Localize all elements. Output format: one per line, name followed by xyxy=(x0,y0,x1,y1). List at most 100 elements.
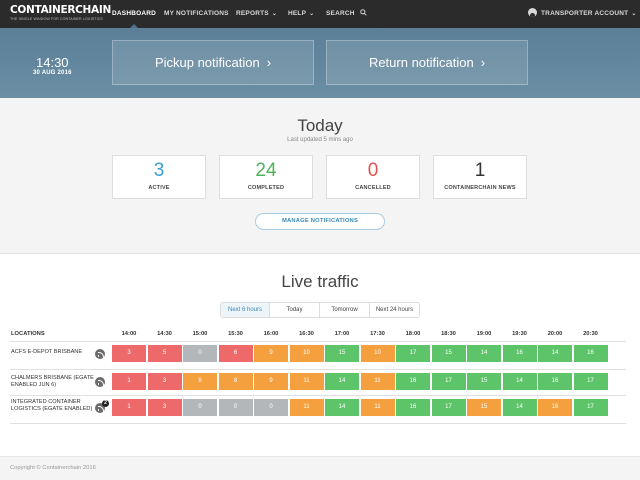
traffic-cell[interactable]: 14 xyxy=(467,345,501,362)
traffic-cell[interactable]: 17 xyxy=(396,345,430,362)
traffic-cell[interactable]: 17 xyxy=(431,399,466,416)
account-menu[interactable]: TRANSPORTER ACCOUNT ⌄ xyxy=(528,0,637,28)
traffic-cell[interactable]: 15 xyxy=(431,345,466,362)
traffic-cell[interactable]: 14 xyxy=(502,399,537,416)
stat-card-cancelled[interactable]: 0 CANCELLED xyxy=(326,155,420,199)
current-date: 30 AUG 2016 xyxy=(33,70,72,76)
user-icon xyxy=(528,8,537,17)
traffic-cell[interactable]: 14 xyxy=(325,373,359,390)
location-name: ACFS E-DEPOT BRISBANE xyxy=(11,349,83,355)
nav-item-label: REPORTS xyxy=(236,10,269,17)
footer: Copyright © Containerchain 2016 xyxy=(0,456,640,480)
location-name: INTEGRATED CONTAINER LOGISTICS (EGATE EN… xyxy=(11,399,93,412)
traffic-cell[interactable]: 15 xyxy=(325,345,359,362)
hero-banner: 14:30 30 AUG 2016 Pickup notification › R… xyxy=(0,28,640,98)
traffic-cell[interactable]: 5 xyxy=(147,345,182,362)
time-column-header: 20:00 xyxy=(547,331,563,337)
return-notification-button[interactable]: Return notification › xyxy=(326,40,528,85)
traffic-cell[interactable]: 1 xyxy=(112,373,146,390)
nav-item-label: SEARCH xyxy=(326,10,355,17)
time-column-header: 16:00 xyxy=(263,331,279,337)
time-column-header: 15:00 xyxy=(192,331,208,337)
traffic-cell[interactable]: 8 xyxy=(183,373,217,390)
traffic-cell[interactable]: 1 xyxy=(112,399,146,416)
nav-item-search[interactable]: SEARCH xyxy=(326,0,367,28)
manage-notifications-button[interactable]: MANAGE NOTIFICATIONS xyxy=(255,213,385,230)
stat-card-news[interactable]: 1 CONTAINERCHAIN NEWS xyxy=(433,155,527,199)
stat-value: 24 xyxy=(255,160,277,181)
traffic-cell[interactable]: 16 xyxy=(396,399,430,416)
tab-next-24-hours[interactable]: Next 24 hours xyxy=(370,303,419,317)
traffic-cell[interactable]: 11 xyxy=(360,399,395,416)
row-divider xyxy=(10,369,626,370)
traffic-cell[interactable]: 16 xyxy=(502,345,537,362)
return-notification-label: Return notification xyxy=(368,55,474,70)
traffic-cell[interactable]: 17 xyxy=(573,373,608,390)
last-updated-text: Last updated 5 mins ago xyxy=(287,137,353,143)
nav-item-dashboard[interactable]: DASHBOARD xyxy=(112,0,156,28)
traffic-cell[interactable]: 14 xyxy=(325,399,359,416)
time-column-header: 15:30 xyxy=(228,331,243,337)
chevron-down-icon: ⌄ xyxy=(309,11,315,17)
traffic-cell[interactable]: 14 xyxy=(502,373,537,390)
traffic-cell[interactable]: 16 xyxy=(396,373,430,390)
traffic-cell[interactable]: 3 xyxy=(147,373,182,390)
nav-item-reports[interactable]: REPORTS ⌄ xyxy=(236,0,277,28)
today-title: Today xyxy=(297,116,343,135)
stat-label: CANCELLED xyxy=(355,185,391,191)
nav-item-help[interactable]: HELP ⌄ xyxy=(288,0,314,28)
traffic-cell[interactable]: 11 xyxy=(289,399,324,416)
time-column-header: 14:00 xyxy=(121,331,137,337)
traffic-cell[interactable]: 16 xyxy=(538,399,572,416)
traffic-cell[interactable]: 11 xyxy=(289,373,324,390)
brand-logo[interactable]: CONTAINERCHAIN THE SINGLE WINDOW FOR CON… xyxy=(10,4,111,24)
traffic-cell[interactable]: 17 xyxy=(573,399,608,416)
traffic-cell[interactable]: 9 xyxy=(254,345,288,362)
time-column-header: 20:30 xyxy=(583,331,598,337)
traffic-cell[interactable]: 11 xyxy=(360,373,395,390)
tab-next-6-hours[interactable]: Next 6 hours xyxy=(221,303,270,317)
copyright-text: Copyright © Containerchain 2016 xyxy=(10,465,96,471)
chevron-right-icon: › xyxy=(480,55,486,70)
pickup-notification-button[interactable]: Pickup notification › xyxy=(112,40,314,85)
stat-value: 1 xyxy=(474,160,486,181)
traffic-cell[interactable]: 6 xyxy=(218,345,253,362)
account-label: TRANSPORTER ACCOUNT xyxy=(541,10,629,17)
nav-item-label: DASHBOARD xyxy=(112,10,157,17)
time-range-tabs: Next 6 hours Today Tomorrow Next 24 hour… xyxy=(220,302,420,318)
traffic-cell[interactable]: 0 xyxy=(218,399,253,416)
traffic-cell[interactable]: 10 xyxy=(289,345,324,362)
rss-feed-icon[interactable] xyxy=(95,377,105,387)
tab-tomorrow[interactable]: Tomorrow xyxy=(320,303,370,317)
stat-card-completed[interactable]: 24 COMPLETED xyxy=(219,155,313,199)
time-column-header: 19:30 xyxy=(512,331,527,337)
traffic-cell[interactable]: 0 xyxy=(183,345,217,362)
nav-item-label: HELP xyxy=(288,10,307,17)
nav-item-my-notifications[interactable]: MY NOTIFICATIONS xyxy=(164,0,229,28)
live-traffic-title: Live traffic xyxy=(281,272,359,291)
traffic-cell[interactable]: 15 xyxy=(467,399,501,416)
tab-today[interactable]: Today xyxy=(270,303,320,317)
traffic-cell[interactable]: 14 xyxy=(538,345,572,362)
rss-count-badge: 2 xyxy=(102,400,109,407)
traffic-cell[interactable]: 3 xyxy=(147,399,182,416)
stat-label: CONTAINERCHAIN NEWS xyxy=(444,185,516,191)
top-navigation-bar: CONTAINERCHAIN THE SINGLE WINDOW FOR CON… xyxy=(0,0,640,28)
chevron-down-icon: ⌄ xyxy=(631,11,637,17)
search-icon xyxy=(359,9,367,16)
nav-item-label: MY NOTIFICATIONS xyxy=(164,10,229,17)
stat-card-active[interactable]: 3 ACTIVE xyxy=(112,155,206,199)
traffic-cell[interactable]: 8 xyxy=(218,373,253,390)
time-column-header: 19:00 xyxy=(476,331,492,337)
traffic-cell[interactable]: 15 xyxy=(467,373,501,390)
traffic-cell[interactable]: 3 xyxy=(112,345,146,362)
row-divider xyxy=(10,395,626,396)
traffic-cell[interactable]: 9 xyxy=(254,373,288,390)
traffic-cell[interactable]: 0 xyxy=(183,399,217,416)
rss-feed-icon[interactable] xyxy=(95,349,105,359)
traffic-cell[interactable]: 17 xyxy=(431,373,466,390)
traffic-cell[interactable]: 16 xyxy=(538,373,572,390)
traffic-cell[interactable]: 16 xyxy=(573,345,608,362)
traffic-cell[interactable]: 10 xyxy=(360,345,395,362)
traffic-cell[interactable]: 0 xyxy=(254,399,288,416)
